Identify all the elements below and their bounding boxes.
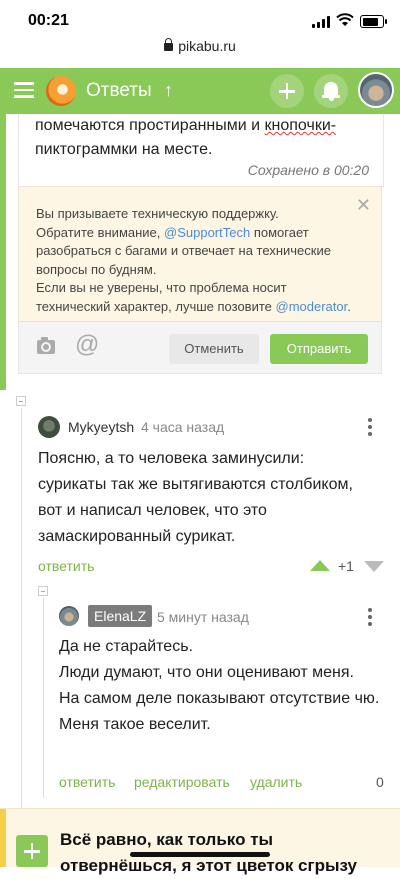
thread-line xyxy=(43,598,44,798)
more-options-icon[interactable] xyxy=(368,608,372,626)
menu-icon[interactable] xyxy=(14,82,34,98)
comment-author-badge[interactable]: ElenaLZ xyxy=(88,605,153,627)
delete-link[interactable]: удалить xyxy=(250,774,302,790)
avatar[interactable] xyxy=(59,606,79,626)
active-thread-indicator xyxy=(0,114,6,390)
comment-score: +1 xyxy=(338,558,354,574)
edit-link[interactable]: редактировать xyxy=(134,774,230,790)
camera-icon[interactable] xyxy=(37,337,55,354)
url-bar[interactable]: pikabu.ru xyxy=(0,38,400,64)
pikabu-logo[interactable] xyxy=(46,76,76,106)
wifi-icon xyxy=(336,13,354,26)
story-accent-bar xyxy=(0,809,6,867)
cellular-signal-icon xyxy=(312,16,330,28)
home-indicator[interactable] xyxy=(130,852,270,857)
collapse-thread-toggle[interactable] xyxy=(16,396,26,406)
more-options-icon[interactable] xyxy=(368,418,372,436)
saved-status: Сохранено в 00:20 xyxy=(247,162,369,178)
misspelled-word: кнопочки- xyxy=(264,117,337,134)
send-button[interactable]: Отправить xyxy=(270,334,368,364)
close-icon[interactable]: ✕ xyxy=(356,195,371,216)
reply-link[interactable]: ответить xyxy=(38,558,94,574)
support-notice: Вы призываете техническую поддержку. Обр… xyxy=(18,186,382,322)
editor-toolbar: @ Отменить Отправить xyxy=(18,322,382,374)
mention-icon[interactable]: @ xyxy=(75,331,99,359)
comment-body: Да не старайтесь. Люди думают, что они о… xyxy=(59,638,380,733)
comment-editor[interactable]: помечаются простиранными и кнопочки-пикт… xyxy=(18,114,384,187)
battery-icon xyxy=(360,15,387,28)
moderator-link[interactable]: @moderator xyxy=(276,299,348,314)
user-avatar[interactable] xyxy=(358,72,394,108)
status-bar: 00:21 xyxy=(0,0,400,36)
collapse-thread-toggle[interactable] xyxy=(38,586,48,596)
editor-text[interactable]: помечаются простиранными и кнопочки-пикт… xyxy=(35,114,375,162)
comment-time[interactable]: 4 часа назад xyxy=(141,419,224,435)
story-card[interactable]: Всё равно, как только ты отвернёшься, я … xyxy=(0,808,400,875)
status-time: 00:21 xyxy=(28,12,69,29)
expand-story-button[interactable] xyxy=(16,835,48,867)
lock-icon xyxy=(164,38,174,51)
page-title: Ответы xyxy=(86,80,152,101)
cancel-button[interactable]: Отменить xyxy=(169,334,259,364)
arrow-up-icon[interactable]: ↑ xyxy=(164,80,173,101)
reply-link[interactable]: ответить xyxy=(59,774,115,790)
upvote-icon[interactable] xyxy=(310,560,330,571)
comment-body: Поясню, а то человека заминусили: сурика… xyxy=(38,450,353,545)
thread-line xyxy=(21,408,22,808)
app-header: Ответы ↑ xyxy=(0,68,400,114)
support-tech-link[interactable]: @SupportTech xyxy=(164,225,250,240)
avatar[interactable] xyxy=(38,416,60,438)
url-domain: pikabu.ru xyxy=(178,38,236,54)
notifications-button[interactable] xyxy=(314,74,348,108)
comment-author[interactable]: Mykyeytsh xyxy=(68,419,134,435)
downvote-icon[interactable] xyxy=(364,561,384,572)
comment-score: 0 xyxy=(376,774,384,790)
add-post-button[interactable] xyxy=(270,74,304,108)
comment-time[interactable]: 5 минут назад xyxy=(157,609,249,625)
